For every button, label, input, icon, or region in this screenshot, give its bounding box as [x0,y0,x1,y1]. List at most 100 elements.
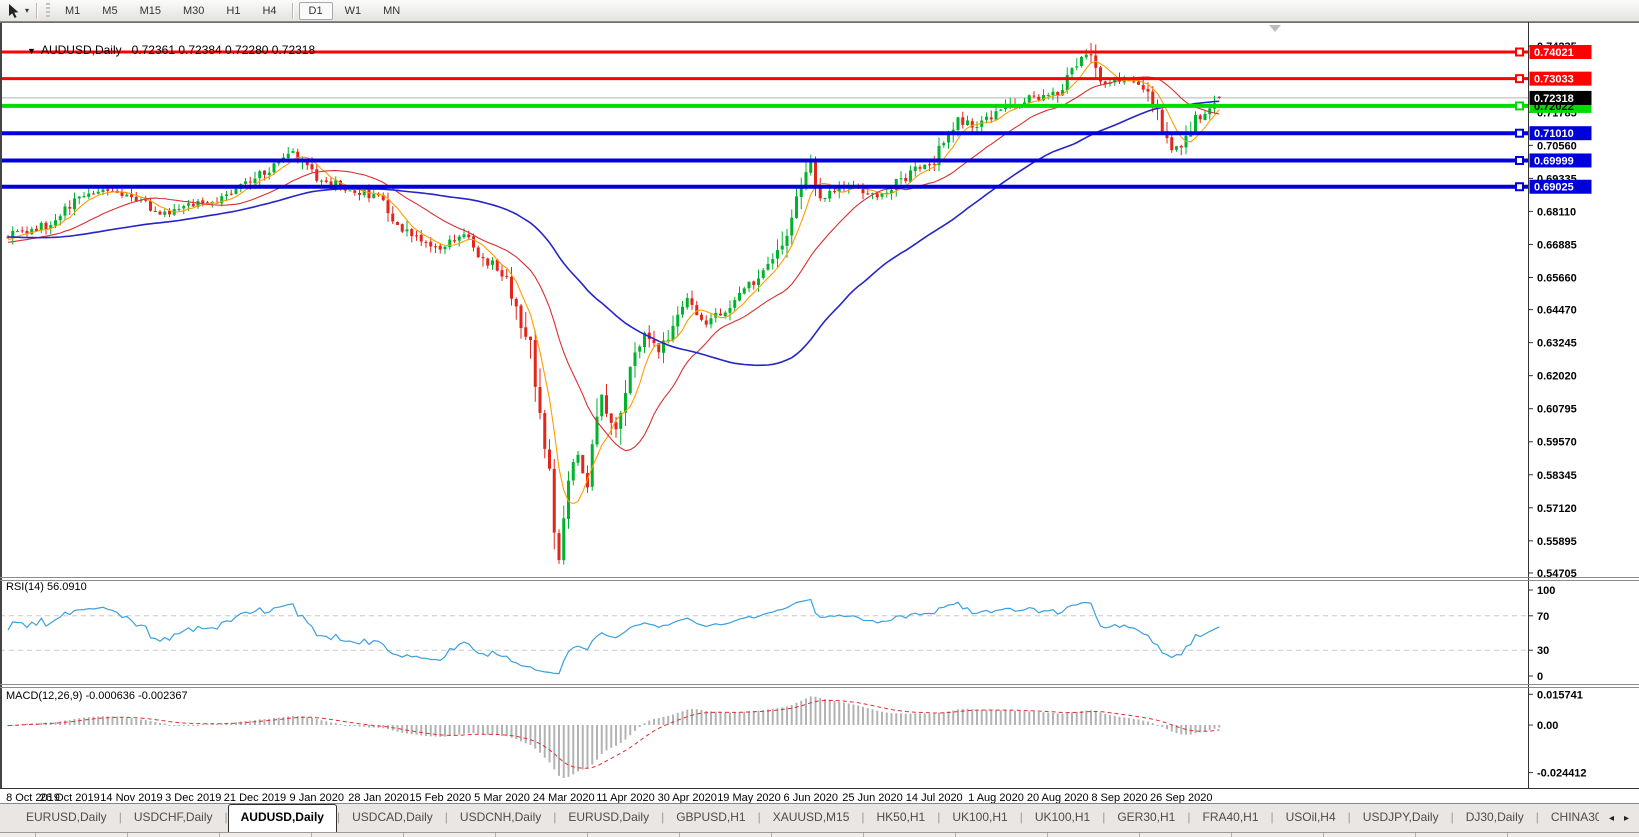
macd-pane [7,696,1221,779]
status-divider [219,833,220,837]
bottom-tab-ger30-h1[interactable]: GER30,H1 [1105,804,1187,832]
svg-text:0: 0 [1537,671,1543,683]
status-divider [771,833,772,837]
cursor-tool-icon[interactable] [6,3,20,19]
chart-tab-bar: EURUSD,Daily | USDCHF,Daily | AUDUSD,Daily | U… [0,803,1639,832]
svg-text:6 Jun 2020: 6 Jun 2020 [784,792,838,803]
rsi-pane [0,598,1528,675]
bottom-tab-uk100-h1[interactable]: UK100,H1 [1023,804,1102,832]
svg-text:0.55895: 0.55895 [1537,536,1577,548]
tab-scroll-arrows: ◂ ▸ [1599,804,1639,832]
moving-average-lines [7,60,1220,505]
status-divider [403,833,404,837]
status-divider [1507,833,1508,837]
timeframe-button-m15[interactable]: M15 [130,2,171,20]
toolbar-separator [36,2,39,19]
status-divider [679,833,680,837]
svg-text:0.71010: 0.71010 [1534,128,1574,140]
horizontal-level-lines[interactable] [0,50,1528,189]
rsi-indicator-label: RSI(14) 56.0910 [6,581,87,593]
timeframe-button-m1[interactable]: M1 [55,2,90,20]
time-axis[interactable]: 8 Oct 201926 Oct 2019 14 Nov 2019 3 Dec 20… [6,792,1212,803]
bottom-tab-eurusd-daily[interactable]: EURUSD,Daily [556,804,661,832]
svg-text:0.59570: 0.59570 [1537,437,1577,449]
svg-text:11 Apr 2020: 11 Apr 2020 [596,792,655,803]
bottom-tab-dj30-daily[interactable]: DJ30,Daily [1454,804,1536,832]
svg-text:28 Jan 2020: 28 Jan 2020 [348,792,409,803]
candlestick-series [6,42,1221,565]
bottom-tab-eurusd-daily[interactable]: EURUSD,Daily [14,804,119,832]
status-divider [1323,833,1324,837]
chart-menu-caret-icon[interactable]: ▼ [27,46,36,56]
chart-chrome [0,22,1639,789]
bottom-tab-gbpusd-h1[interactable]: GBPUSD,H1 [664,804,757,832]
timeframe-button-mn[interactable]: MN [373,2,410,20]
price-axis[interactable]: 0.742350.717850.705600.693350.681100.668… [1528,41,1587,780]
svg-text:0.64470: 0.64470 [1537,305,1577,317]
bottom-tab-uk100-h1[interactable]: UK100,H1 [940,804,1019,832]
chart-ohlc-quote: 0.72361 0.72384 0.72280 0.72318 [131,43,316,57]
timeframe-button-h1[interactable]: H1 [216,2,250,20]
svg-text:0.63245: 0.63245 [1537,338,1577,350]
bottom-tab-usdjpy-daily[interactable]: USDJPY,Daily [1351,804,1451,832]
status-divider [587,833,588,837]
timeframe-button-m30[interactable]: M30 [173,2,214,20]
svg-text:0.72318: 0.72318 [1534,93,1574,105]
svg-text:15 Feb 2020: 15 Feb 2020 [409,792,471,803]
svg-text:0.73033: 0.73033 [1534,74,1574,86]
svg-text:-0.024412: -0.024412 [1537,768,1587,780]
macd-indicator-label: MACD(12,26,9) -0.000636 -0.002367 [6,690,188,702]
svg-text:8 Sep 2020: 8 Sep 2020 [1091,792,1147,803]
svg-text:19 May 2020: 19 May 2020 [717,792,781,803]
bottom-tab-usdcnh-daily[interactable]: USDCNH,Daily [448,804,553,832]
status-divider [863,833,864,837]
svg-text:70: 70 [1537,611,1549,623]
svg-text:0.00: 0.00 [1537,720,1558,732]
status-divider [1415,833,1416,837]
timeframe-toolbar: ▾ M1 M5 M15 M30 H1 H4 D1 W1 MN [0,0,1639,22]
toolbar-grip[interactable] [46,3,51,18]
status-divider [495,833,496,837]
bottom-tab-usdchf-daily[interactable]: USDCHF,Daily [122,804,225,832]
svg-text:30 Apr 2020: 30 Apr 2020 [658,792,717,803]
svg-text:0.70560: 0.70560 [1537,140,1577,152]
svg-text:9 Jan 2020: 9 Jan 2020 [290,792,344,803]
price-line-badges: 0.740210.730330.720220.710100.699990.690… [1515,45,1592,194]
svg-text:0.015741: 0.015741 [1537,689,1583,701]
timeframe-button-w1[interactable]: W1 [335,2,372,20]
status-divider [1231,833,1232,837]
svg-text:0.57120: 0.57120 [1537,503,1577,515]
bottom-tab-usoil-h4[interactable]: USOil,H4 [1274,804,1348,832]
mt4-window: ▾ M1M5M15M30H1H4D1W1MN 0.742350.717850.7… [0,0,1639,837]
svg-text:25 Jun 2020: 25 Jun 2020 [842,792,903,803]
chart-region: 0.742350.717850.705600.693350.681100.668… [0,22,1639,803]
status-divider [1139,833,1140,837]
bottom-tab-xauusd-m15[interactable]: XAUUSD,M15 [761,804,862,832]
svg-text:0.65660: 0.65660 [1537,272,1577,284]
status-divider [1047,833,1048,837]
svg-text:14 Jul 2020: 14 Jul 2020 [906,792,963,803]
svg-text:100: 100 [1537,585,1555,597]
svg-text:20 Aug 2020: 20 Aug 2020 [1027,792,1089,803]
svg-text:0.60795: 0.60795 [1537,404,1577,416]
svg-text:0.62020: 0.62020 [1537,371,1577,383]
status-divider [35,833,36,837]
bottom-tab-hk50-h1[interactable]: HK50,H1 [865,804,938,832]
bottom-tab-fra40-h1[interactable]: FRA40,H1 [1190,804,1270,832]
bottom-tab-audusd-daily[interactable]: AUDUSD,Daily [227,804,337,832]
svg-text:21 Dec 2019: 21 Dec 2019 [224,792,286,803]
chart-title: ▼ AUDUSD,Daily 0.72361 0.72384 0.72280 0.7… [7,29,315,71]
timeframe-button-d1[interactable]: D1 [298,1,333,20]
timeframe-button-m5[interactable]: M5 [92,2,127,20]
tab-scroll-left-button[interactable]: ◂ [1609,813,1614,824]
svg-text:3 Dec 2019: 3 Dec 2019 [165,792,221,803]
tab-scroll-right-button[interactable]: ▸ [1624,813,1629,824]
svg-text:26 Oct 2019: 26 Oct 2019 [40,792,100,803]
status-divider [955,833,956,837]
timeframe-button-h4[interactable]: H4 [252,2,286,20]
chart-canvas[interactable]: 0.742350.717850.705600.693350.681100.668… [0,22,1639,803]
svg-text:0.58345: 0.58345 [1537,470,1577,482]
svg-text:1 Aug 2020: 1 Aug 2020 [968,792,1024,803]
cursor-dropdown-caret-icon[interactable]: ▾ [25,6,29,15]
bottom-tab-usdcad-daily[interactable]: USDCAD,Daily [340,804,445,832]
